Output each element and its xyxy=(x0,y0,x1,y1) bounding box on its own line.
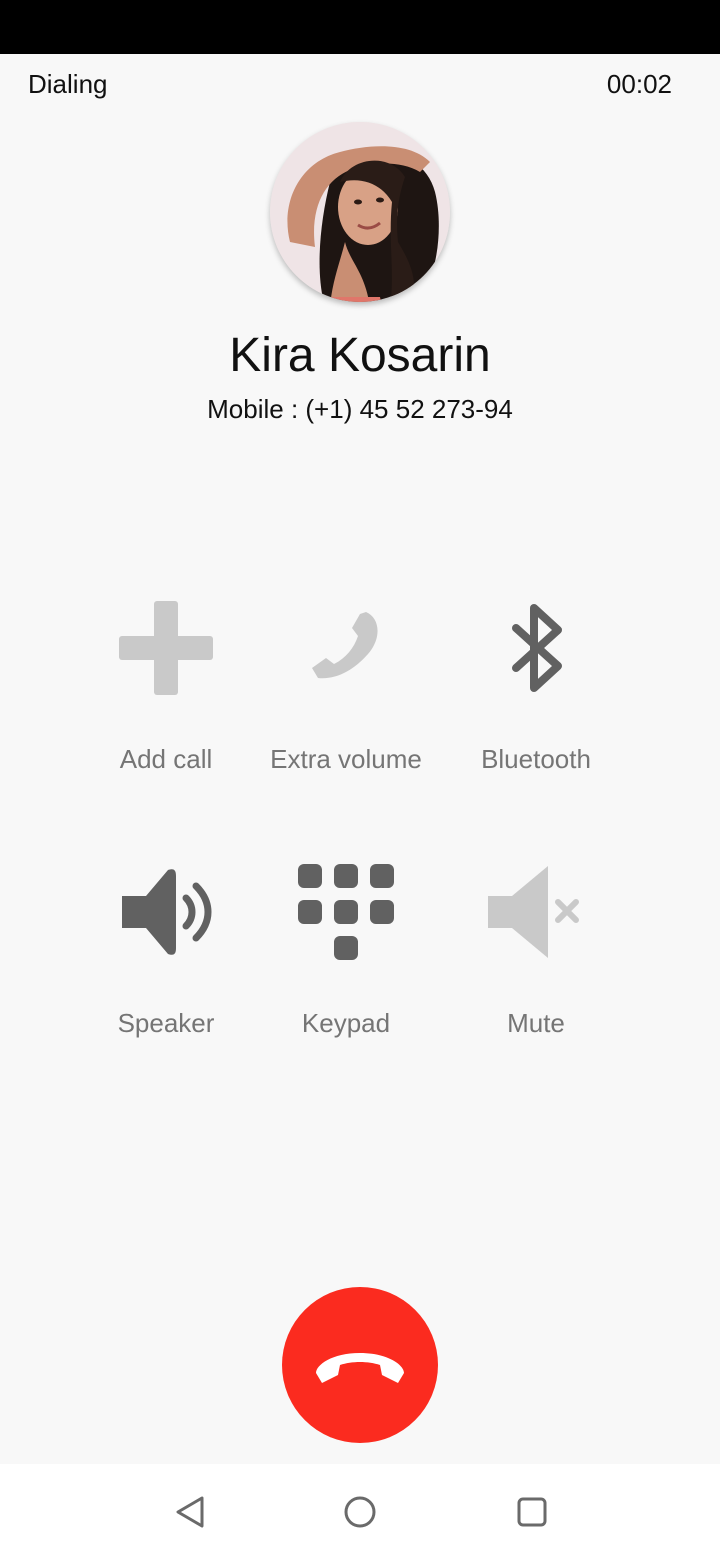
status-bar xyxy=(0,0,720,54)
speaker-button[interactable]: Speaker xyxy=(66,862,266,1082)
contact-number: Mobile : (+1) 45 52 273-94 xyxy=(207,394,513,424)
hang-up-icon xyxy=(316,1353,404,1383)
bluetooth-icon xyxy=(486,598,586,698)
mute-button[interactable]: Mute xyxy=(436,862,636,1082)
extra-volume-button[interactable]: Extra volume xyxy=(246,598,446,818)
contact-photo xyxy=(270,122,450,302)
add-call-icon xyxy=(116,598,216,698)
back-icon xyxy=(176,1496,204,1528)
mute-label: Mute xyxy=(507,1008,565,1038)
add-call-label: Add call xyxy=(119,744,213,774)
nav-recents-button[interactable] xyxy=(508,1488,556,1536)
contact-avatar xyxy=(270,122,450,302)
call-header: Dialing 00:02 xyxy=(0,54,720,116)
keypad-button[interactable]: Keypad xyxy=(246,862,446,1082)
bluetooth-button[interactable]: Bluetooth xyxy=(436,598,636,818)
nav-back-button[interactable] xyxy=(166,1488,214,1536)
recents-icon xyxy=(517,1497,547,1527)
home-icon xyxy=(344,1496,376,1528)
speaker-icon xyxy=(116,862,216,962)
extra-volume-label: Extra volume xyxy=(270,744,422,774)
keypad-icon xyxy=(296,862,396,962)
mute-icon xyxy=(486,862,586,962)
keypad-label: Keypad xyxy=(301,1008,391,1038)
navigation-bar xyxy=(0,1464,720,1560)
phone-volume-icon xyxy=(296,598,396,698)
end-call-button[interactable] xyxy=(282,1287,438,1443)
nav-home-button[interactable] xyxy=(336,1488,384,1536)
add-call-button[interactable]: Add call xyxy=(66,598,266,818)
bluetooth-label: Bluetooth xyxy=(481,744,591,774)
speaker-label: Speaker xyxy=(117,1008,215,1038)
contact-name: Kira Kosarin xyxy=(229,329,491,382)
call-timer: 00:02 xyxy=(606,69,672,99)
call-state-text: Dialing xyxy=(28,69,108,99)
